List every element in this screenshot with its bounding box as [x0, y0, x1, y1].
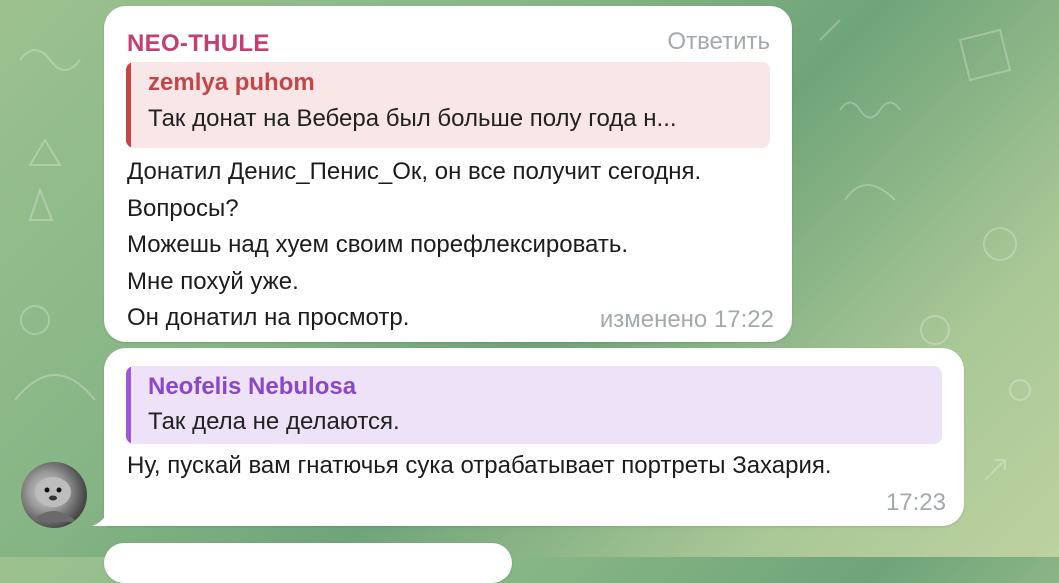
sender-name[interactable]: NEO-THULE — [127, 30, 270, 58]
avatar[interactable] — [21, 462, 87, 528]
message-bubble[interactable]: Neofelis Nebulosa Так дела не делаются. … — [104, 348, 964, 526]
avatar-image — [31, 477, 77, 522]
quote-accent-bar — [126, 366, 131, 444]
message-bubble[interactable]: NEO-THULE Ответить zemlya puhom Так дона… — [104, 6, 792, 342]
message-line: Вопросы? — [127, 194, 239, 222]
reply-quote[interactable]: zemlya puhom Так донат на Вебера был бол… — [126, 62, 770, 148]
quote-author: zemlya puhom — [148, 69, 315, 96]
message-timestamp: изменено 17:22 — [599, 306, 774, 333]
message-line: Донатил Денис_Пенис_Ок, он все получит с… — [127, 158, 702, 185]
reply-button[interactable]: Ответить — [667, 28, 770, 56]
quote-text: Так дела не делаются. — [148, 408, 400, 435]
message-text: Ну, пускай вам гнатючья сука отрабатывае… — [127, 452, 832, 479]
reply-quote[interactable]: Neofelis Nebulosa Так дела не делаются. — [126, 366, 942, 444]
bubble-tail — [92, 510, 108, 526]
quote-text: Так донат на Вебера был больше полу года… — [148, 105, 677, 132]
message-timestamp: 17:23 — [885, 489, 946, 516]
message-bubble[interactable] — [104, 543, 512, 583]
quote-author: Neofelis Nebulosa — [148, 373, 357, 400]
quote-accent-bar — [126, 62, 131, 148]
message-line: Можешь над хуем своим порефлексировать. — [127, 231, 629, 258]
message-line: Мне похуй уже. — [127, 267, 299, 295]
